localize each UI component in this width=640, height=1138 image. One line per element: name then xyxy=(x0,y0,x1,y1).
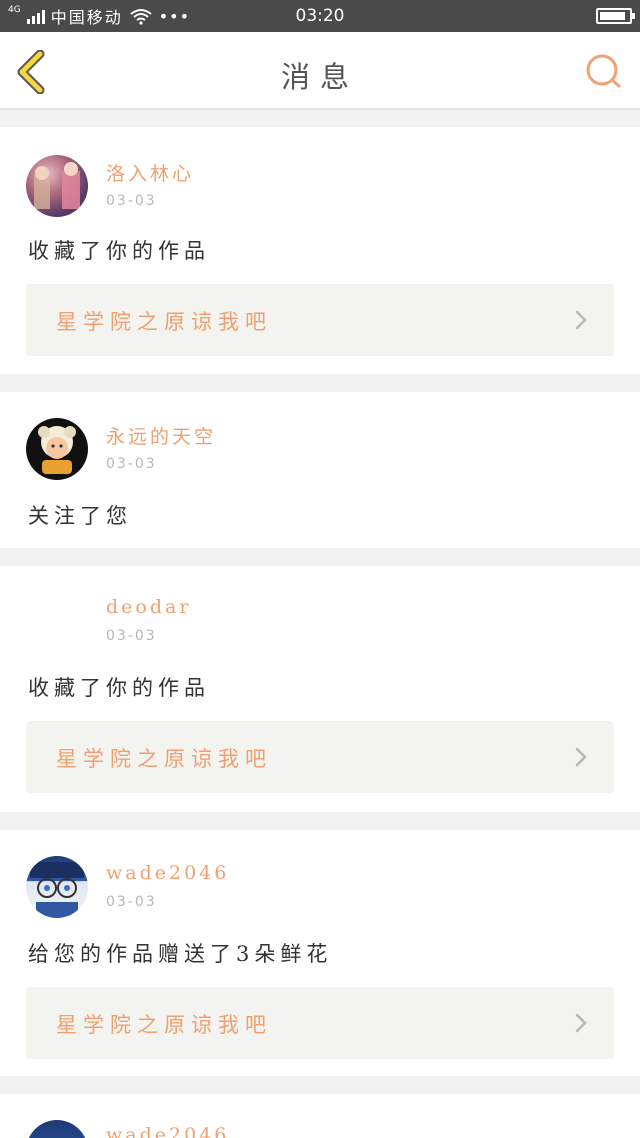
timestamp: 03-03 xyxy=(106,193,157,209)
avatar-illustration xyxy=(38,426,76,474)
action-text: 关注了您 xyxy=(28,504,132,528)
username[interactable]: wade2046 xyxy=(106,1124,229,1138)
work-title: 星学院之原谅我吧 xyxy=(56,747,272,771)
search-button[interactable] xyxy=(584,52,624,92)
work-link[interactable]: 星学院之原谅我吧 xyxy=(26,987,614,1059)
timestamp: 03-03 xyxy=(106,456,157,472)
avatar-illustration xyxy=(30,862,84,918)
battery-fill xyxy=(600,12,625,20)
notification-card: 洛入林心 03-03 收藏了你的作品 星学院之原谅我吧 xyxy=(0,127,640,374)
username[interactable]: 洛入林心 xyxy=(106,159,194,186)
page-title: 消息 xyxy=(280,60,359,94)
action-text: 收藏了你的作品 xyxy=(28,239,210,263)
notification-card: deodar 03-03 收藏了你的作品 星学院之原谅我吧 xyxy=(0,566,640,812)
work-link[interactable]: 星学院之原谅我吧 xyxy=(26,721,614,793)
notification-card: wade2046 03-03 给您的作品赠送了3朵鲜花 星学院之原谅我吧 xyxy=(0,830,640,1076)
username[interactable]: deodar xyxy=(106,596,191,618)
timestamp: 03-03 xyxy=(106,628,157,644)
notification-list: 洛入林心 03-03 收藏了你的作品 星学院之原谅我吧 永远的天空 03-03 … xyxy=(0,127,640,1138)
chevron-right-icon xyxy=(575,1013,587,1033)
chevron-right-icon xyxy=(575,747,587,767)
avatar[interactable] xyxy=(26,1120,88,1138)
battery-icon xyxy=(596,8,635,24)
notification-card: wade2046 xyxy=(0,1094,640,1138)
avatar-illustration xyxy=(34,162,80,209)
username[interactable]: 永远的天空 xyxy=(106,422,216,449)
chevron-right-icon xyxy=(575,310,587,330)
work-link[interactable]: 星学院之原谅我吧 xyxy=(26,284,614,356)
avatar[interactable] xyxy=(26,155,88,217)
avatar[interactable] xyxy=(26,592,88,654)
work-title: 星学院之原谅我吧 xyxy=(56,310,272,334)
username[interactable]: wade2046 xyxy=(106,862,229,884)
header: 消息 xyxy=(0,32,640,110)
timestamp: 03-03 xyxy=(106,894,157,910)
status-time: 03:20 xyxy=(295,6,345,26)
action-text: 收藏了你的作品 xyxy=(28,676,210,700)
avatar[interactable] xyxy=(26,856,88,918)
action-text: 给您的作品赠送了3朵鲜花 xyxy=(28,942,333,966)
avatar[interactable] xyxy=(26,418,88,480)
work-title: 星学院之原谅我吧 xyxy=(56,1013,272,1037)
notification-card: 永远的天空 03-03 关注了您 xyxy=(0,392,640,548)
search-icon xyxy=(586,54,621,88)
status-bar: 4G 中国移动 ••• 03:20 xyxy=(0,0,640,32)
